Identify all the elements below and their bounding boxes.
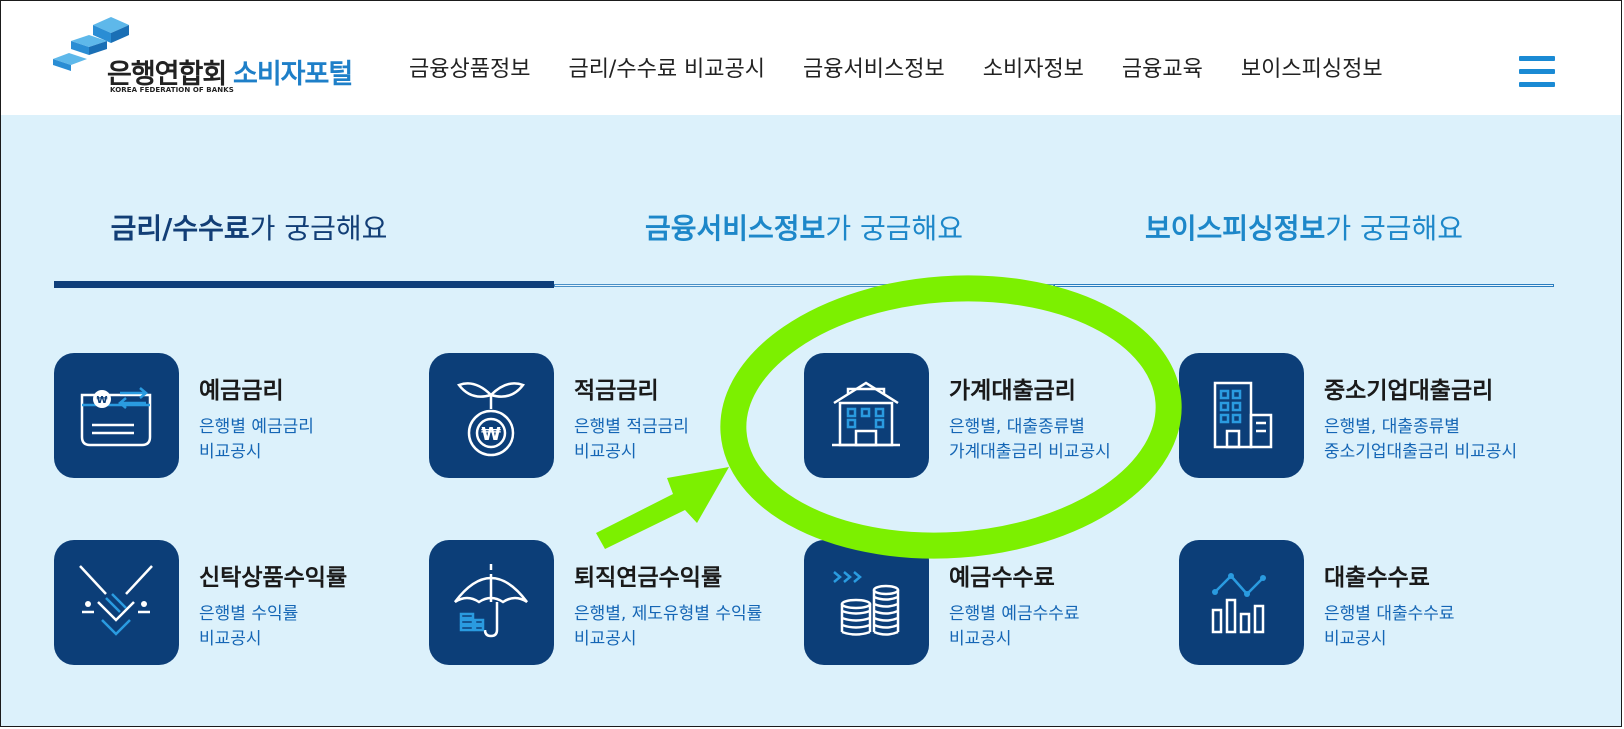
card-desc-line: 비교공시 — [199, 629, 262, 649]
svg-text:₩: ₩ — [96, 395, 107, 406]
card-pension-yield[interactable]: 퇴직연금수익률 은행별, 제도유형별 수익률 비교공시 — [429, 540, 789, 665]
site-header: 은행연합회 KOREA FEDERATION OF BANKS 소비자포털 금융… — [1, 1, 1621, 115]
card-loan-fee[interactable]: 대출수수료 은행별 대출수수료 비교공시 — [1179, 540, 1539, 665]
card-desc-line: 은행별, 대출종류별 — [1324, 417, 1460, 437]
umbrella-icon — [429, 540, 554, 665]
card-deposit-fee[interactable]: 예금수수료 은행별 예금수수료 비교공시 — [804, 540, 1164, 665]
nav-item-voice-phishing[interactable]: 보이스피싱정보 — [1241, 51, 1383, 83]
card-desc-line: 비교공시 — [199, 442, 262, 462]
card-desc-line: 은행별 대출수수료 — [1324, 604, 1455, 624]
nav-item-financial-education[interactable]: 금융교육 — [1122, 51, 1203, 83]
card-desc: 은행별 대출수수료 비교공시 — [1324, 602, 1455, 652]
hamburger-menu-icon[interactable] — [1519, 56, 1555, 88]
tab-label-strong: 금융서비스정보 — [644, 212, 826, 245]
card-desc-line: 중소기업대출금리 비교공시 — [1324, 442, 1518, 462]
card-desc-line: 비교공시 — [574, 442, 637, 462]
app-window: 은행연합회 KOREA FEDERATION OF BANKS 소비자포털 금융… — [0, 0, 1622, 727]
card-desc-line: 은행별 수익률 — [199, 604, 299, 624]
card-desc: 은행별 수익률 비교공시 — [199, 602, 298, 652]
bar-chart-icon — [1179, 540, 1304, 665]
tab-voice-phishing[interactable]: 보이스피싱정보가 궁금해요 — [1054, 207, 1554, 247]
deposit-card-icon: ₩ — [54, 353, 179, 478]
card-sme-loan-rate[interactable]: 중소기업대출금리 은행별, 대출종류별 중소기업대출금리 비교공시 — [1179, 353, 1539, 478]
card-desc-line: 비교공시 — [1324, 629, 1387, 649]
card-desc: 은행별 적금금리 비교공시 — [574, 415, 689, 465]
card-title: 가계대출금리 — [949, 378, 1076, 404]
tab-indicator-line — [554, 284, 1054, 287]
card-deposit-rate[interactable]: ₩ 예금금리 은행별 예금금리 비교공시 — [54, 353, 414, 478]
card-desc-line: 비교공시 — [574, 629, 637, 649]
card-desc: 은행별 예금금리 비교공시 — [199, 415, 314, 465]
site-logo[interactable]: 은행연합회 KOREA FEDERATION OF BANKS 소비자포털 — [53, 17, 373, 97]
card-desc-line: 가계대출금리 비교공시 — [949, 442, 1111, 462]
tab-indicator-line — [1054, 284, 1554, 287]
card-desc: 은행별, 대출종류별 중소기업대출금리 비교공시 — [1324, 415, 1517, 465]
card-desc: 은행별 예금수수료 비교공시 — [949, 602, 1080, 652]
tab-label-strong: 보이스피싱정보 — [1144, 212, 1326, 245]
nav-item-consumer-info[interactable]: 소비자정보 — [983, 51, 1084, 83]
card-desc-line: 은행별, 대출종류별 — [949, 417, 1085, 437]
sprout-coin-icon: ₩ — [429, 353, 554, 478]
card-title: 예금금리 — [199, 378, 284, 404]
category-tabs: 금리/수수료가 궁금해요 금융서비스정보가 궁금해요 보이스피싱정보가 궁금해요 — [54, 207, 1554, 247]
card-household-loan-rate[interactable]: 가계대출금리 은행별, 대출종류별 가계대출금리 비교공시 — [804, 353, 1164, 478]
main-nav: 금융상품정보 금리/수수료 비교공시 금융서비스정보 소비자정보 금융교육 보이… — [409, 51, 1421, 83]
handshake-icon — [54, 540, 179, 665]
card-savings-rate[interactable]: ₩ 적금금리 은행별 적금금리 비교공시 — [429, 353, 789, 478]
tab-rates-fees[interactable]: 금리/수수료가 궁금해요 — [54, 207, 444, 247]
card-trust-yield[interactable]: 신탁상품수익률 은행별 수익률 비교공시 — [54, 540, 414, 665]
card-desc-line: 은행별, 제도유형별 수익률 — [574, 604, 763, 624]
card-desc-line: 은행별 예금금리 — [199, 417, 314, 437]
tab-label-rest: 가 궁금해요 — [1325, 212, 1464, 245]
card-desc-line: 비교공시 — [949, 629, 1012, 649]
card-desc: 은행별, 대출종류별 가계대출금리 비교공시 — [949, 415, 1111, 465]
card-desc-line: 은행별 예금수수료 — [949, 604, 1080, 624]
logo-portal-text: 소비자포털 — [233, 59, 353, 90]
card-title: 퇴직연금수익률 — [574, 565, 723, 591]
tab-financial-services[interactable]: 금융서비스정보가 궁금해요 — [554, 207, 1054, 247]
nav-item-rates-fees[interactable]: 금리/수수료 비교공시 — [568, 51, 765, 83]
card-title: 신탁상품수익률 — [199, 565, 348, 591]
coin-stack-icon — [804, 540, 929, 665]
card-desc-line: 은행별 적금금리 — [574, 417, 689, 437]
house-icon — [804, 353, 929, 478]
tab-indicator — [54, 281, 1554, 289]
nav-item-financial-services[interactable]: 금융서비스정보 — [803, 51, 945, 83]
card-title: 적금금리 — [574, 378, 659, 404]
svg-text:₩: ₩ — [481, 424, 501, 445]
tab-label-strong: 금리/수수료 — [110, 212, 250, 245]
tab-label-rest: 가 궁금해요 — [249, 212, 388, 245]
tab-label-rest: 가 궁금해요 — [825, 212, 964, 245]
logo-sub-text: KOREA FEDERATION OF BANKS — [110, 86, 234, 94]
main-content: 금리/수수료가 궁금해요 금융서비스정보가 궁금해요 보이스피싱정보가 궁금해요 — [1, 115, 1621, 726]
card-title: 예금수수료 — [949, 565, 1055, 591]
building-icon — [1179, 353, 1304, 478]
nav-item-financial-products[interactable]: 금융상품정보 — [409, 51, 530, 83]
card-title: 중소기업대출금리 — [1324, 378, 1494, 404]
tab-indicator-active — [54, 281, 554, 288]
card-title: 대출수수료 — [1324, 565, 1430, 591]
card-desc: 은행별, 제도유형별 수익률 비교공시 — [574, 602, 762, 652]
